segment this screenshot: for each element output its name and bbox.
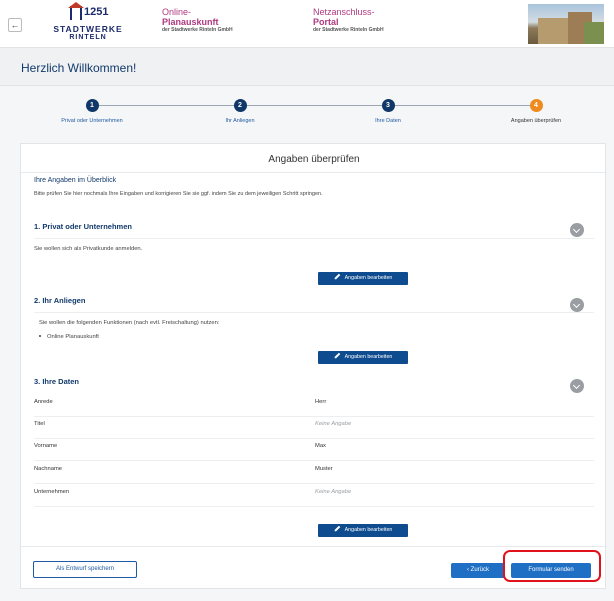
progress-stepper: 1 Privat oder Unternehmen 2 Ihr Anliegen…	[20, 86, 606, 132]
back-button[interactable]: ←	[8, 18, 22, 32]
back-step-button[interactable]: ‹ Zurück	[451, 563, 505, 578]
arrow-left-icon: ←	[10, 20, 20, 30]
highlight-annotation	[503, 550, 601, 582]
overview-heading: Ihre Angaben im Überblick	[34, 177, 117, 184]
edit-section-3-button[interactable]: Angaben bearbeiten	[318, 524, 408, 537]
stadtwerke-logo[interactable]: 1251 STADTWERKE RINTELN	[48, 2, 128, 44]
pencil-icon	[334, 352, 340, 359]
step-4: 4 Angaben überprüfen	[481, 99, 591, 124]
table-row: Titel Keine Angabe	[34, 417, 594, 439]
list-item: Online Planauskunft	[39, 334, 99, 340]
app-header: ← 1251 STADTWERKE RINTELN Online- Planau…	[0, 0, 614, 48]
netzanschluss-portal-link[interactable]: Netzanschluss- Portal der Stadtwerke Rin…	[313, 7, 384, 34]
house-icon	[68, 2, 84, 20]
section-2-text: Sie wollen die folgenden Funktionen (nac…	[39, 320, 220, 326]
pencil-icon	[334, 525, 340, 532]
step-1[interactable]: 1 Privat oder Unternehmen	[37, 99, 147, 124]
step-2[interactable]: 2 Ihr Anliegen	[185, 99, 295, 124]
section-2-title: 2. Ihr Anliegen	[34, 296, 86, 305]
step-3[interactable]: 3 Ihre Daten	[333, 99, 443, 124]
stepper-line	[92, 105, 536, 106]
section-3-title: 3. Ihre Daten	[34, 377, 80, 386]
table-row: Unternehmen Keine Angabe	[34, 485, 594, 507]
card-title: Angaben überprüfen	[268, 154, 360, 165]
table-row: Anrede Herr	[34, 395, 594, 417]
online-planauskunft-link[interactable]: Online- Planauskunft der Stadtwerke Rint…	[162, 7, 233, 34]
edit-section-2-button[interactable]: Angaben bearbeiten	[318, 351, 408, 364]
edit-section-1-button[interactable]: Angaben bearbeiten	[318, 272, 408, 285]
pencil-icon	[334, 273, 340, 280]
table-row: Nachname Muster	[34, 462, 594, 484]
chevron-down-icon[interactable]	[570, 298, 584, 312]
welcome-bar: Herzlich Willkommen!	[0, 48, 614, 86]
header-photo	[528, 4, 604, 44]
section-1-text: Sie wollen sich als Privatkunde anmelden…	[34, 246, 143, 252]
overview-text: Bitte prüfen Sie hier nochmals Ihre Eing…	[34, 191, 323, 197]
page-title: Herzlich Willkommen!	[21, 61, 137, 75]
save-draft-button[interactable]: Als Entwurf speichern	[33, 561, 137, 578]
chevron-down-icon[interactable]	[570, 379, 584, 393]
chevron-down-icon[interactable]	[570, 223, 584, 237]
table-row: Vorname Max	[34, 439, 594, 461]
review-card: Angaben überprüfen Ihre Angaben im Überb…	[20, 143, 607, 589]
section-1-title: 1. Privat oder Unternehmen	[34, 222, 132, 231]
